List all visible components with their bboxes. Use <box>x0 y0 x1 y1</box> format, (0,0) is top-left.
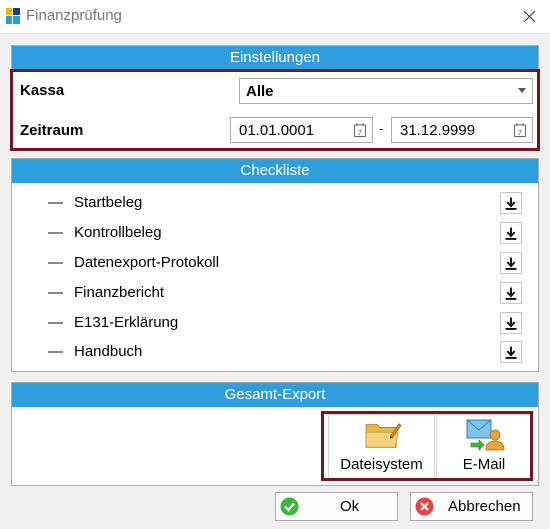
range-separator: - <box>379 120 384 136</box>
dash-icon <box>48 232 63 234</box>
email-export-button[interactable]: E-Mail <box>436 414 532 480</box>
dash-icon <box>48 262 63 264</box>
date-from-value: 01.01.0001 <box>239 122 315 139</box>
kassa-value: Alle <box>246 83 274 100</box>
dash-icon <box>48 292 63 294</box>
calendar-icon[interactable]: 7 <box>354 123 366 137</box>
checklist-item-label: Kontrollbeleg <box>74 224 162 241</box>
download-icon[interactable] <box>500 312 522 334</box>
title-bar: Finanzprüfung <box>0 0 550 34</box>
folder-icon <box>365 423 402 448</box>
ok-label: Ok <box>340 498 360 515</box>
email-user-icon <box>466 419 505 451</box>
cancel-label: Abbrechen <box>448 498 521 515</box>
chevron-down-icon <box>518 88 526 93</box>
app-icon <box>6 8 20 24</box>
checklist-item-label: Datenexport-Protokoll <box>74 254 220 271</box>
checklist-header: Checkliste <box>12 159 538 183</box>
dash-icon <box>48 202 63 204</box>
svg-text:7: 7 <box>518 130 522 137</box>
email-label: E-Mail <box>462 456 506 473</box>
download-icon[interactable] <box>500 192 522 214</box>
checklist-item-label: Handbuch <box>74 343 143 360</box>
settings-header: Einstellungen <box>12 46 538 70</box>
kassa-select[interactable]: Alle <box>239 78 533 104</box>
check-circle-icon <box>280 497 299 516</box>
download-icon[interactable] <box>500 252 522 274</box>
checklist-item-label: Finanzbericht <box>74 284 165 301</box>
dash-icon <box>48 351 63 353</box>
svg-text:7: 7 <box>358 130 362 137</box>
checklist-item-kontrollbeleg: Kontrollbeleg <box>48 222 528 244</box>
zeitraum-label: Zeitraum <box>20 122 84 139</box>
checklist-item-handbuch: Handbuch <box>48 341 528 363</box>
kassa-label: Kassa <box>20 82 65 99</box>
calendar-icon[interactable]: 7 <box>514 123 526 137</box>
filesystem-label: Dateisystem <box>340 456 423 473</box>
checklist-item-startbeleg: Startbeleg <box>48 192 528 214</box>
download-icon[interactable] <box>500 222 522 244</box>
ok-button[interactable]: Ok <box>275 492 398 521</box>
date-to-field[interactable]: 31.12.9999 7 <box>391 117 533 143</box>
export-header: Gesamt-Export <box>12 383 538 407</box>
window-title: Finanzprüfung <box>26 7 122 24</box>
checklist-item-datenexport: Datenexport-Protokoll <box>48 252 528 274</box>
checklist-item-finanzbericht: Finanzbericht <box>48 282 528 304</box>
checklist-item-label: E131-Erklärung <box>74 314 179 331</box>
download-icon[interactable] <box>500 282 522 304</box>
cancel-circle-icon <box>415 497 434 516</box>
checklist-item-e131: E131-Erklärung <box>48 312 528 334</box>
cancel-button[interactable]: Abbrechen <box>410 492 533 521</box>
checklist-item-label: Startbeleg <box>74 194 143 211</box>
filesystem-export-button[interactable]: Dateisystem <box>328 414 435 480</box>
download-icon[interactable] <box>500 341 522 363</box>
close-icon[interactable] <box>516 4 542 28</box>
export-group: Gesamt-Export Dateisystem E-Mail <box>11 382 539 486</box>
date-from-field[interactable]: 01.01.0001 7 <box>230 117 373 143</box>
dash-icon <box>48 322 63 324</box>
checklist-group: Checkliste Startbeleg Kontrollbeleg Date… <box>11 158 539 372</box>
date-to-value: 31.12.9999 <box>400 122 476 139</box>
